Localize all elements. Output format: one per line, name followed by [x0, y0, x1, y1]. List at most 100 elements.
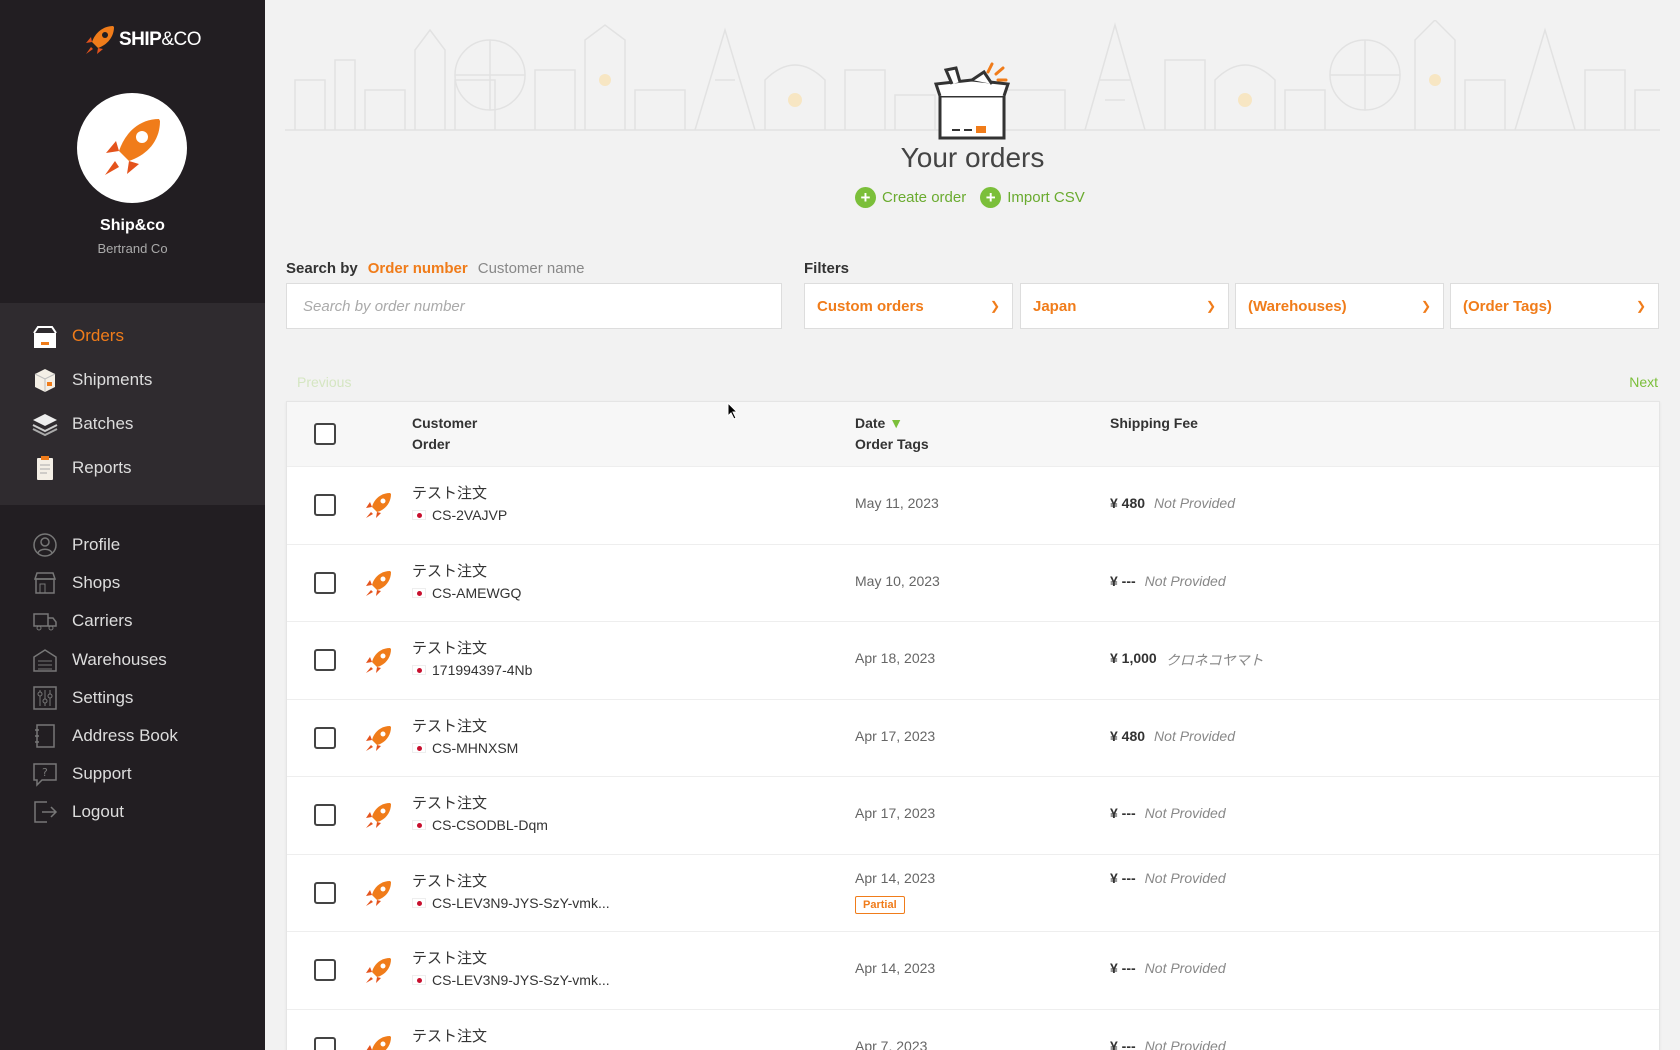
table-row[interactable]: テスト注文 CS-AMEWGQ May 10, 2023 ¥ --- Not Provi…	[287, 545, 1659, 622]
table-row[interactable]: テスト注文 CS-MHNXSM Apr 17, 2023 ¥ 480 Not Provi…	[287, 700, 1659, 777]
table-row[interactable]: テスト注文 CS-LEV3N9-JYS-SzY-vmk... Apr 14, 202…	[287, 855, 1659, 932]
shipandco-logo[interactable]: SHIP&CO	[83, 22, 202, 58]
customer-name[interactable]: テスト注文	[412, 792, 487, 813]
table-row[interactable]: テスト注文 Apr 7, 2023 ¥ --- Not Provided	[287, 1010, 1659, 1050]
header-date: Date	[855, 415, 886, 431]
row-checkbox[interactable]	[314, 1036, 336, 1050]
row-checkbox[interactable]	[314, 804, 336, 826]
filter-warehouses[interactable]: (Warehouses) ❯	[1235, 283, 1444, 329]
customer-name[interactable]: テスト注文	[412, 1025, 487, 1046]
fee-amount: ¥ ---	[1110, 869, 1136, 886]
row-checkbox[interactable]	[314, 571, 336, 594]
avatar[interactable]	[77, 93, 187, 203]
order-reference[interactable]: CS-CSODBL-Dqm	[412, 817, 548, 833]
nav-label: Profile	[72, 535, 121, 555]
rocket-source-icon	[363, 801, 393, 836]
japan-flag-icon	[412, 820, 426, 830]
table-row[interactable]: テスト注文 CS-CSODBL-Dqm Apr 17, 2023 ¥ --- Not P…	[287, 777, 1659, 855]
table-header: Customer Order Date ▼ Order Tags Shippin…	[287, 402, 1659, 467]
order-number: CS-2VAJVP	[432, 507, 508, 523]
order-reference[interactable]: CS-LEV3N9-JYS-SzY-vmk...	[412, 972, 610, 988]
filters-label: Filters	[804, 260, 850, 277]
order-date: Apr 17, 2023	[855, 805, 936, 821]
package-icon	[30, 365, 60, 395]
fee-amount: ¥ ---	[1110, 960, 1136, 976]
shipping-fee: ¥ --- Not Provided	[1110, 1038, 1226, 1050]
create-order-button[interactable]: + Create order	[855, 187, 966, 208]
rocket-logo-icon	[86, 26, 114, 54]
truck-icon	[30, 606, 60, 636]
header-order: Order	[412, 436, 451, 452]
open-box-icon	[933, 62, 1011, 140]
nav-item-profile[interactable]: Profile	[0, 526, 265, 564]
customer-name[interactable]: テスト注文	[412, 560, 487, 581]
plus-icon: +	[855, 187, 876, 208]
customer-name[interactable]: テスト注文	[412, 870, 487, 891]
filter-value: Japan	[1033, 297, 1077, 315]
carrier-name: Not Provided	[1144, 1037, 1226, 1050]
logout-icon	[30, 797, 60, 827]
mouse-cursor-icon	[727, 402, 739, 420]
header-shipping-fee[interactable]: Shipping Fee	[1110, 413, 1198, 434]
address-book-icon	[30, 721, 60, 751]
sidebar: SHIP&CO Ship&co Bertrand Co Orders Shipm…	[0, 0, 265, 1050]
search-option-customer-name[interactable]: Customer name	[478, 260, 585, 277]
order-reference[interactable]: CS-MHNXSM	[412, 740, 518, 756]
rocket-source-icon	[363, 879, 393, 914]
order-reference[interactable]: CS-LEV3N9-JYS-SzY-vmk...	[412, 895, 610, 911]
row-checkbox[interactable]	[314, 494, 336, 516]
column-date-tags[interactable]: Date ▼ Order Tags	[855, 413, 929, 455]
order-reference[interactable]: 171994397-4Nb	[412, 662, 532, 678]
previous-page-link[interactable]: Previous	[297, 374, 351, 390]
order-date: Apr 18, 2023	[855, 650, 936, 666]
shipping-fee: ¥ 480 Not Provided	[1110, 495, 1235, 511]
nav-item-logout[interactable]: Logout	[0, 793, 265, 831]
table-row[interactable]: テスト注文 CS-2VAJVP May 11, 2023 ¥ 480 Not Provi…	[287, 467, 1659, 545]
nav-item-settings[interactable]: Settings	[0, 679, 265, 717]
shipping-fee: ¥ 1,000 クロネコヤマト	[1110, 650, 1263, 670]
next-page-link[interactable]: Next	[1629, 374, 1658, 390]
nav-item-support[interactable]: ? Support	[0, 755, 265, 793]
customer-name[interactable]: テスト注文	[412, 715, 487, 736]
order-reference[interactable]: CS-AMEWGQ	[412, 585, 521, 601]
create-order-label: Create order	[882, 189, 967, 206]
nav-item-address-book[interactable]: Address Book	[0, 717, 265, 755]
table-row[interactable]: テスト注文 171994397-4Nb Apr 18, 2023 ¥ 1,000 クロネ…	[287, 622, 1659, 700]
nav-item-carriers[interactable]: Carriers	[0, 602, 265, 640]
nav-item-reports[interactable]: Reports	[0, 446, 265, 490]
carrier-name: Not Provided	[1154, 495, 1235, 511]
fee-amount: ¥ 480	[1110, 727, 1146, 744]
nav-label: Shops	[72, 573, 121, 593]
table-row[interactable]: テスト注文 CS-LEV3N9-JYS-SzY-vmk... Apr 14, 202…	[287, 932, 1659, 1010]
nav-item-batches[interactable]: Batches	[0, 402, 265, 446]
row-checkbox[interactable]	[314, 959, 336, 981]
customer-name[interactable]: テスト注文	[412, 947, 487, 968]
order-reference[interactable]: CS-2VAJVP	[412, 507, 507, 523]
filter-value: (Warehouses)	[1248, 297, 1347, 315]
filter-order-tags[interactable]: (Order Tags) ❯	[1450, 283, 1659, 329]
select-all-checkbox[interactable]	[314, 423, 336, 445]
carrier-name: クロネコヤマト	[1165, 652, 1264, 668]
order-date: Apr 14, 2023	[855, 869, 936, 886]
column-customer-order[interactable]: Customer Order	[412, 413, 477, 455]
order-number: CS-CSODBL-Dqm	[432, 817, 548, 833]
customer-name[interactable]: テスト注文	[412, 637, 487, 658]
nav-item-warehouses[interactable]: Warehouses	[0, 641, 265, 679]
search-option-order-number[interactable]: Order number	[368, 260, 468, 277]
search-input[interactable]	[286, 283, 782, 329]
customer-name[interactable]: テスト注文	[412, 482, 487, 503]
filter-country[interactable]: Japan ❯	[1020, 283, 1229, 329]
carrier-name: Not Provided	[1144, 572, 1226, 589]
nav-item-orders[interactable]: Orders	[0, 314, 265, 358]
filter-order-source[interactable]: Custom orders ❯	[804, 283, 1013, 329]
row-checkbox[interactable]	[314, 649, 336, 671]
import-csv-button[interactable]: + Import CSV	[980, 187, 1085, 208]
nav-item-shipments[interactable]: Shipments	[0, 358, 265, 402]
rocket-source-icon	[363, 956, 393, 991]
row-checkbox[interactable]	[314, 881, 336, 904]
order-date: Apr 17, 2023	[855, 727, 936, 744]
order-number: CS-MHNXSM	[432, 739, 519, 756]
order-date: Apr 14, 2023	[855, 960, 936, 976]
row-checkbox[interactable]	[314, 726, 336, 749]
nav-item-shops[interactable]: Shops	[0, 564, 265, 602]
